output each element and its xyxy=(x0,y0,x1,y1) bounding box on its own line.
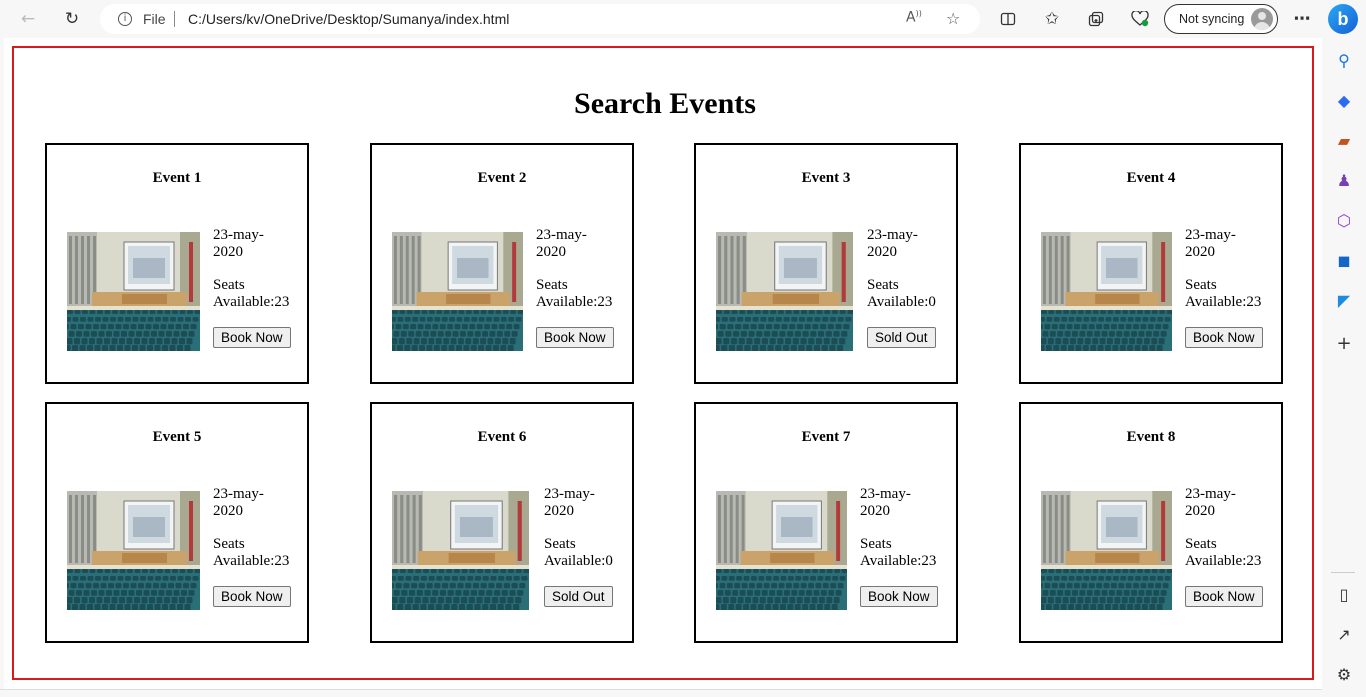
event-date: 23-may-2020 xyxy=(860,486,911,519)
more-dots-icon[interactable]: ⋯ xyxy=(1288,6,1316,32)
collections-icon[interactable] xyxy=(1082,6,1110,32)
sold-out-button[interactable]: Sold Out xyxy=(867,327,936,348)
seats-available: Seats Available:0 xyxy=(867,277,936,310)
event-card: Event 8 23-may-2020 Seats Available:23 Book… xyxy=(1019,402,1283,643)
book-now-button[interactable]: Book Now xyxy=(1185,586,1263,607)
sold-out-button[interactable]: Sold Out xyxy=(544,586,613,607)
add-icon[interactable]: + xyxy=(1334,333,1354,354)
page-viewport: Search Events Event 1 23-may-2020 Seats Av… xyxy=(4,38,1322,689)
event-image xyxy=(716,232,853,351)
seats-available: Seats Available:23 xyxy=(536,277,613,310)
sidebar-panel-icon[interactable]: ▯ xyxy=(1334,584,1354,604)
external-link-icon[interactable]: ↗ xyxy=(1334,624,1354,644)
event-info: 23-may-2020 Seats Available:23 Book Now xyxy=(1185,486,1265,607)
book-now-button[interactable]: Book Now xyxy=(1185,327,1263,348)
event-title: Event 2 xyxy=(477,170,527,186)
seats-available: Seats Available:23 xyxy=(860,536,937,569)
event-date: 23-may-2020 xyxy=(213,227,264,260)
search-icon[interactable]: ⚲ xyxy=(1334,50,1354,70)
heart-pulse-icon[interactable] xyxy=(1126,6,1154,32)
event-date: 23-may-2020 xyxy=(1185,486,1236,519)
event-card: Event 4 23-may-2020 Seats Available:23 Book… xyxy=(1019,143,1283,384)
read-aloud-icon[interactable]: A)) xyxy=(906,9,922,26)
back-arrow-icon[interactable]: ← xyxy=(14,6,42,32)
event-card: Event 1 23-may-2020 Seats Available:23 Book… xyxy=(45,143,309,384)
address-separator xyxy=(174,11,175,27)
book-now-button[interactable]: Book Now xyxy=(213,586,291,607)
avatar xyxy=(1251,8,1273,30)
event-date: 23-may-2020 xyxy=(544,486,595,519)
sidebar-divider xyxy=(1331,572,1355,573)
send-icon[interactable]: ◤ xyxy=(1334,290,1354,310)
event-image xyxy=(67,491,200,610)
event-info: 23-may-2020 Seats Available:23 Book Now xyxy=(1185,227,1265,348)
event-title: Event 5 xyxy=(152,429,202,445)
sync-label: Not syncing xyxy=(1179,12,1245,26)
event-title: Event 3 xyxy=(801,170,851,186)
split-screen-icon[interactable] xyxy=(994,6,1022,32)
event-image xyxy=(716,491,847,610)
event-image xyxy=(392,491,529,610)
shopping-tag-icon[interactable]: ◆ xyxy=(1334,90,1354,110)
info-icon[interactable]: i xyxy=(118,12,132,26)
event-card: Event 2 23-may-2020 Seats Available:23 Book… xyxy=(370,143,634,384)
page-title: Search Events xyxy=(574,87,756,120)
microsoft365-icon[interactable]: ⬡ xyxy=(1334,210,1354,230)
seats-available: Seats Available:0 xyxy=(544,536,613,569)
event-card: Event 3 23-may-2020 Seats Available:0 Sold … xyxy=(694,143,958,384)
refresh-icon[interactable]: ↻ xyxy=(58,6,86,32)
tools-briefcase-icon[interactable]: ▰ xyxy=(1334,130,1354,150)
profile-sync-button[interactable]: Not syncing xyxy=(1164,4,1278,34)
event-title: Event 4 xyxy=(1126,170,1176,186)
star-icon[interactable]: ☆ xyxy=(946,9,960,28)
event-image xyxy=(1041,232,1172,351)
event-info: 23-may-2020 Seats Available:23 Book Now xyxy=(213,227,293,348)
book-now-button[interactable]: Book Now xyxy=(213,327,291,348)
bing-copilot-icon[interactable]: b xyxy=(1328,4,1358,34)
event-date: 23-may-2020 xyxy=(867,227,918,260)
event-card: Event 6 23-may-2020 Seats Available:0 Sold … xyxy=(370,402,634,643)
address-bar[interactable]: i File C:/Users/kv/OneDrive/Desktop/Suma… xyxy=(100,4,980,34)
event-date: 23-may-2020 xyxy=(1185,227,1236,260)
seats-available: Seats Available:23 xyxy=(1185,536,1262,569)
event-card: Event 7 23-may-2020 Seats Available:23 Book… xyxy=(694,402,958,643)
event-date: 23-may-2020 xyxy=(536,227,587,260)
edge-sidebar: ⚲ ◆ ▰ ♟ ⬡ ◼ ◤ + ▯ ↗ ⚙ xyxy=(1322,38,1366,697)
event-title: Event 1 xyxy=(152,170,202,186)
outlook-icon[interactable]: ◼ xyxy=(1334,250,1354,270)
seats-available: Seats Available:23 xyxy=(213,277,290,310)
file-label: File xyxy=(143,11,166,27)
url-text[interactable]: C:/Users/kv/OneDrive/Desktop/Sumanya/ind… xyxy=(188,11,509,27)
event-title: Event 8 xyxy=(1126,429,1176,445)
event-info: 23-may-2020 Seats Available:23 Book Now xyxy=(536,227,616,348)
event-image xyxy=(67,232,200,351)
event-info: 23-may-2020 Seats Available:0 Sold Out xyxy=(544,486,624,607)
event-card: Event 5 23-may-2020 Seats Available:23 Book… xyxy=(45,402,309,643)
browser-toolbar: ← ↻ i File C:/Users/kv/OneDrive/Desktop/… xyxy=(0,0,1366,38)
event-date: 23-may-2020 xyxy=(213,486,264,519)
seats-available: Seats Available:23 xyxy=(213,536,290,569)
page-container: Search Events Event 1 23-may-2020 Seats Av… xyxy=(12,46,1314,680)
gear-icon[interactable]: ⚙ xyxy=(1334,664,1354,684)
book-now-button[interactable]: Book Now xyxy=(860,586,938,607)
games-icon[interactable]: ♟ xyxy=(1334,170,1354,190)
event-info: 23-may-2020 Seats Available:23 Book Now xyxy=(860,486,940,607)
favorites-icon[interactable]: ✩ xyxy=(1038,6,1066,32)
event-title: Event 6 xyxy=(477,429,527,445)
event-image xyxy=(392,232,523,351)
event-title: Event 7 xyxy=(801,429,851,445)
event-info: 23-may-2020 Seats Available:23 Book Now xyxy=(213,486,293,607)
event-image xyxy=(1041,491,1172,610)
seats-available: Seats Available:23 xyxy=(1185,277,1262,310)
event-info: 23-may-2020 Seats Available:0 Sold Out xyxy=(867,227,947,348)
bottom-edge xyxy=(0,689,1322,697)
book-now-button[interactable]: Book Now xyxy=(536,327,614,348)
